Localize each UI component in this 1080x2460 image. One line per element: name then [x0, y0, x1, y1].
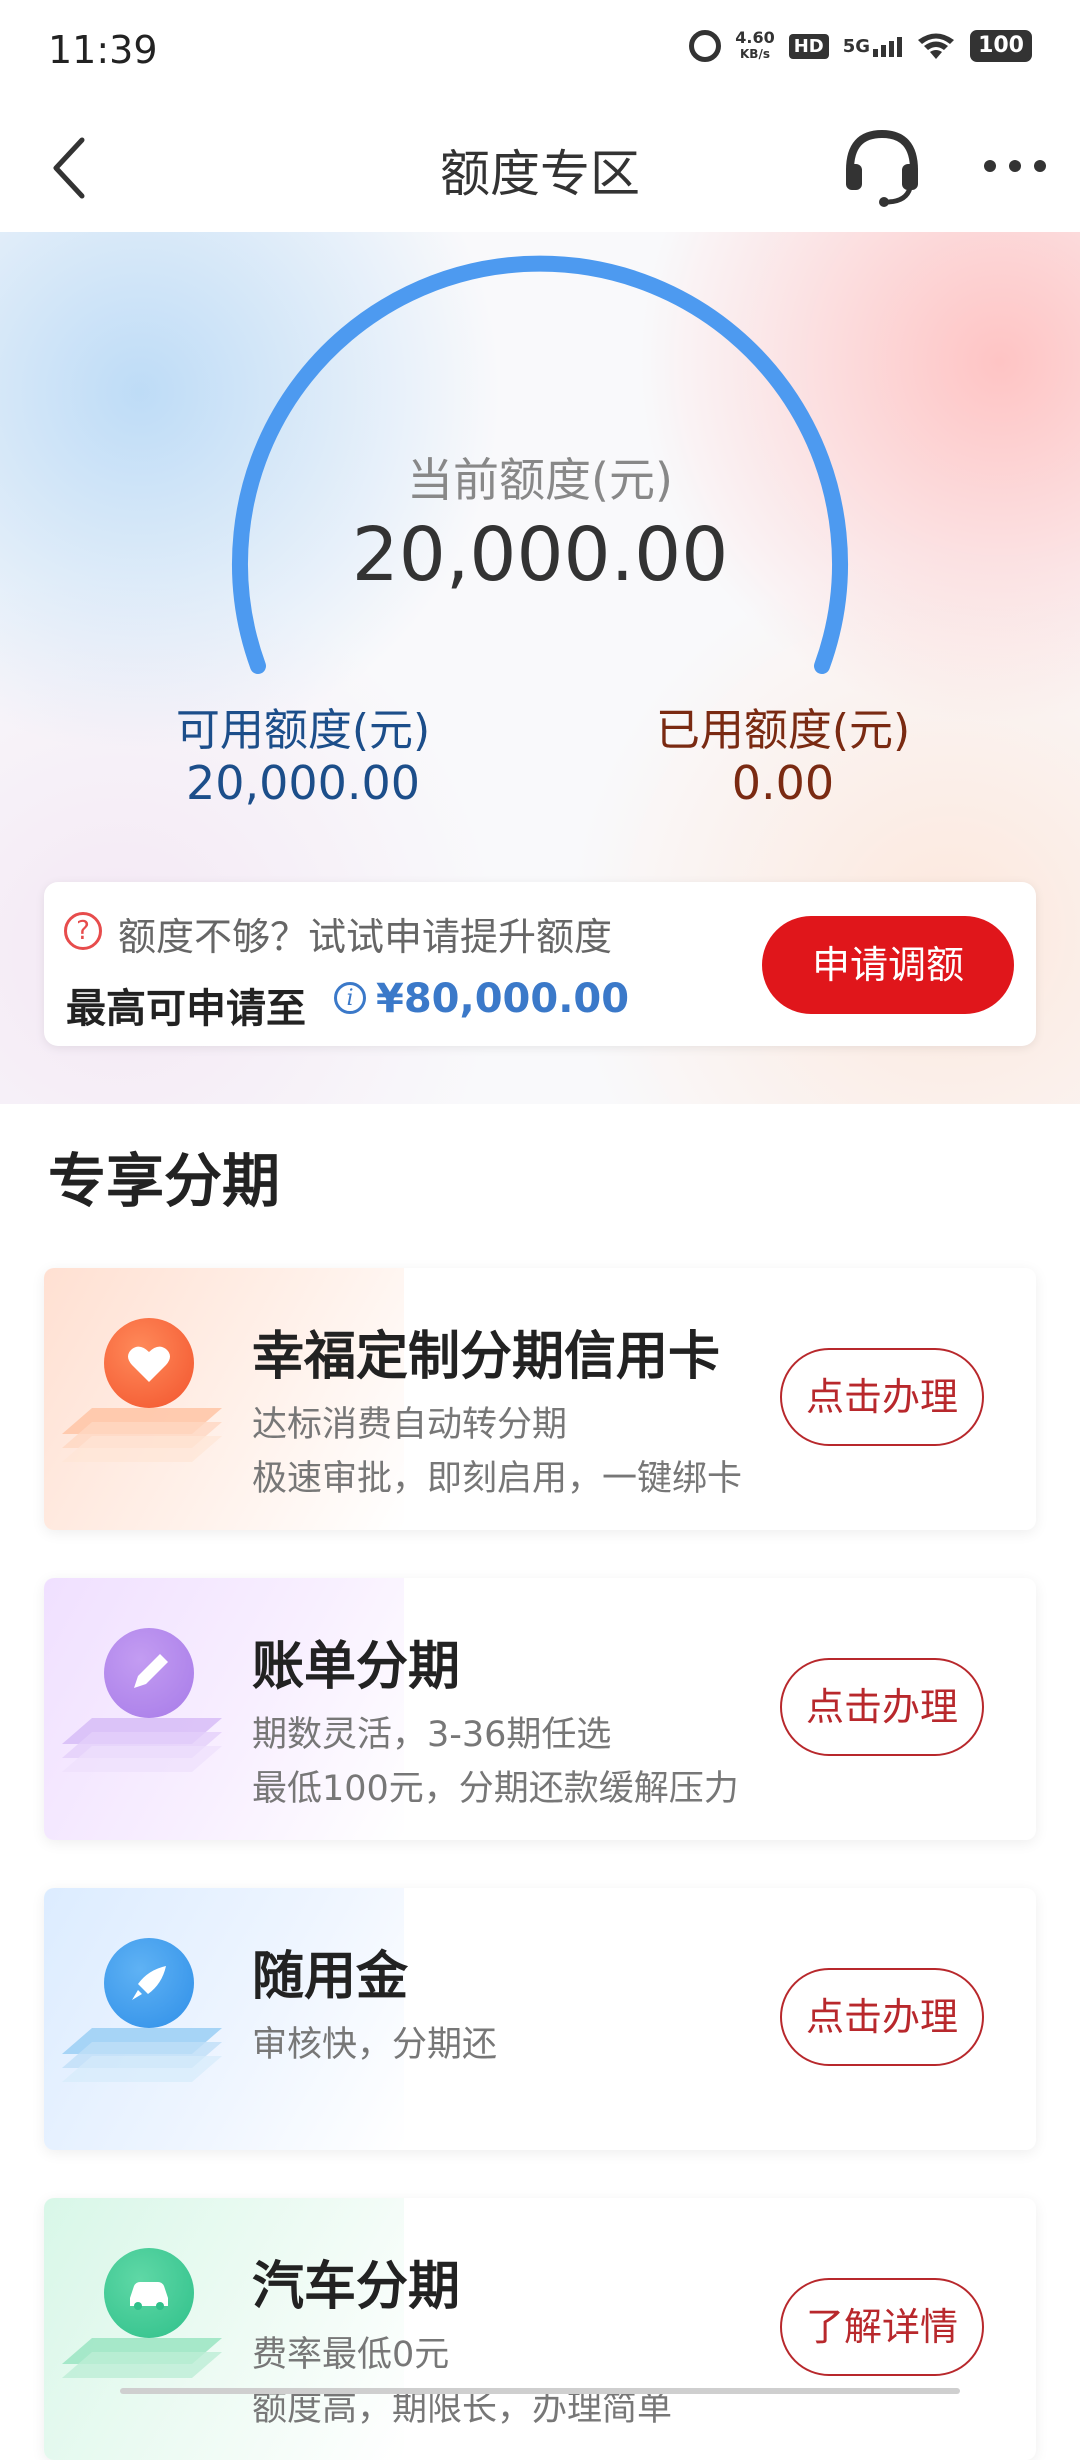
card-desc: 达标消费自动转分期	[252, 1405, 568, 1445]
wifi-icon	[918, 33, 955, 59]
info-icon[interactable]: i	[334, 982, 366, 1014]
card-title: 随用金	[252, 1947, 409, 2007]
current-quota-label: 当前额度(元)	[407, 453, 673, 507]
network-speed-unit: KB/s	[740, 47, 770, 61]
hd-icon: HD	[788, 33, 829, 59]
card-desc: 极速审批，即刻启用，一键绑卡	[252, 1459, 743, 1499]
plate-decoration	[62, 1718, 222, 1772]
card-desc: 最低100元，分期还款缓解压力	[252, 1769, 739, 1809]
pencil-icon	[104, 1628, 194, 1718]
used-quota-value: 0.00	[731, 756, 835, 810]
network-speed: 4.60 KB/s	[735, 30, 774, 62]
available-quota-value: 20,000.00	[185, 756, 421, 810]
learn-more-button[interactable]: 了解详情	[780, 2278, 984, 2376]
nav-bar: 额度专区	[0, 104, 1080, 233]
installment-card-cash[interactable]: 随用金 审核快，分期还 点击办理	[44, 1888, 1036, 2150]
signal-icon: 5G	[842, 35, 903, 57]
installment-card-happiness[interactable]: 幸福定制分期信用卡 达标消费自动转分期 极速审批，即刻启用，一键绑卡 点击办理	[44, 1268, 1036, 1530]
apply-now-button[interactable]: 点击办理	[780, 1658, 984, 1756]
apply-adjust-button[interactable]: 申请调额	[762, 916, 1014, 1014]
quota-panel: 当前额度(元) 20,000.00 可用额度(元) 20,000.00 已用额度…	[0, 232, 1080, 1104]
installment-card-auto[interactable]: 汽车分期 费率最低0元 额度高，期限长，办理简单 了解详情	[44, 2198, 1036, 2460]
boost-hint: 额度不够？试试申请提升额度	[118, 915, 613, 959]
apply-now-button[interactable]: 点击办理	[780, 1968, 984, 2066]
network-type: 5G	[842, 35, 871, 57]
alarm-icon	[689, 30, 722, 62]
current-quota-value: 20,000.00	[351, 512, 729, 598]
heart-icon	[104, 1318, 194, 1408]
max-quota-value: ¥80,000.00	[376, 976, 630, 1022]
max-quota-label: 最高可申请至	[66, 986, 306, 1032]
battery-icon: 100	[970, 30, 1032, 62]
car-icon	[104, 2248, 194, 2338]
network-speed-value: 4.60	[735, 28, 775, 47]
card-title: 幸福定制分期信用卡	[252, 1327, 721, 1387]
plate-decoration	[62, 1408, 222, 1462]
quota-boost-card: ? 额度不够？试试申请提升额度 最高可申请至 i ¥80,000.00 申请调额	[44, 882, 1036, 1046]
available-quota-label: 可用额度(元)	[175, 705, 431, 756]
card-title: 汽车分期	[252, 2257, 461, 2317]
headset-icon[interactable]	[840, 124, 924, 208]
card-desc: 期数灵活，3-36期任选	[252, 1715, 612, 1755]
card-desc: 审核快，分期还	[252, 2025, 498, 2065]
rocket-icon	[104, 1938, 194, 2028]
used-quota-label: 已用额度(元)	[655, 705, 911, 756]
status-bar: 11:39 4.60 KB/s HD 5G 100	[0, 0, 1080, 104]
card-desc: 费率最低0元	[252, 2335, 450, 2375]
status-icons: 4.60 KB/s HD 5G 100	[689, 30, 1032, 62]
more-icon[interactable]	[980, 156, 1050, 176]
section-title: 专享分期	[48, 1147, 281, 1215]
apply-now-button[interactable]: 点击办理	[780, 1348, 984, 1446]
home-indicator[interactable]	[120, 2388, 960, 2394]
card-title: 账单分期	[252, 1637, 461, 1697]
installment-card-bill[interactable]: 账单分期 期数灵活，3-36期任选 最低100元，分期还款缓解压力 点击办理	[44, 1578, 1036, 1840]
status-time: 11:39	[48, 28, 158, 72]
question-icon: ?	[64, 912, 102, 950]
plate-decoration	[62, 2028, 222, 2082]
